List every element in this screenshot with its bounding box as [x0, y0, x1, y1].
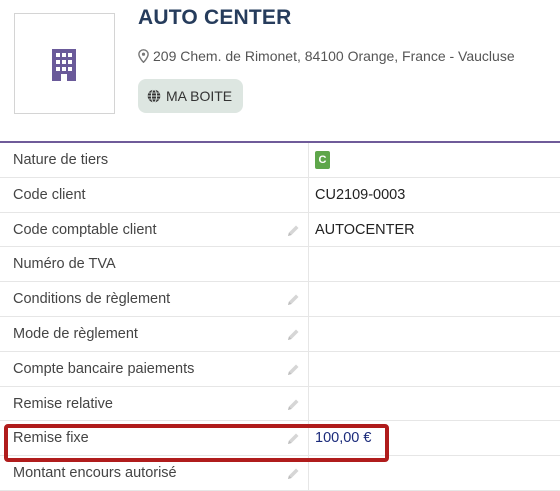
row-label: Code client	[13, 186, 86, 203]
row-label: Nature de tiers	[13, 152, 109, 168]
row-label: Conditions de règlement	[13, 291, 171, 308]
company-name: AUTO CENTER	[138, 6, 292, 29]
column-divider	[308, 143, 309, 177]
row-label: Remise relative	[13, 395, 113, 412]
badge-label: MA BOITE	[166, 88, 233, 104]
globe-icon	[147, 89, 161, 103]
row-mode-reglement: Mode de règlement	[0, 316, 560, 352]
pencil-icon[interactable]	[285, 466, 301, 482]
highlight-annotation-box	[4, 424, 389, 462]
pencil-icon[interactable]	[285, 223, 301, 239]
pencil-icon[interactable]	[285, 327, 301, 343]
column-divider	[308, 247, 309, 282]
row-numero-tva: Numéro de TVA	[0, 247, 560, 283]
column-divider	[308, 386, 309, 421]
row-value: AUTOCENTER	[315, 221, 415, 238]
map-pin-icon	[138, 49, 149, 63]
company-address: 209 Chem. de Rimonet, 84100 Orange, Fran…	[138, 48, 515, 64]
row-label: Numéro de TVA	[13, 256, 116, 273]
column-divider	[308, 316, 309, 351]
row-code-comptable-client: Code comptable client AUTOCENTER	[0, 212, 560, 248]
address-text: 209 Chem. de Rimonet, 84100 Orange, Fran…	[153, 48, 515, 64]
pencil-icon[interactable]	[285, 362, 301, 378]
pencil-icon[interactable]	[285, 397, 301, 413]
row-conditions-reglement: Conditions de règlement	[0, 282, 560, 317]
column-divider	[308, 212, 309, 247]
row-label: Mode de règlement	[13, 325, 138, 342]
row-label: Code comptable client	[13, 221, 157, 238]
column-divider	[308, 177, 309, 212]
pencil-icon[interactable]	[285, 292, 301, 308]
row-code-client: Code client CU2109-0003	[0, 177, 560, 213]
column-divider	[308, 282, 309, 316]
company-tag-badge[interactable]: MA BOITE	[138, 79, 244, 113]
row-value: CU2109-0003	[315, 186, 406, 203]
column-divider	[308, 351, 309, 386]
row-compte-bancaire: Compte bancaire paiements	[0, 351, 560, 387]
row-label: Compte bancaire paiements	[13, 360, 195, 377]
row-value: C	[315, 143, 330, 177]
building-icon	[52, 49, 76, 81]
company-logo[interactable]	[14, 13, 115, 114]
row-remise-relative: Remise relative	[0, 386, 560, 422]
row-nature-de-tiers: Nature de tiers C	[0, 143, 560, 178]
nature-badge: C	[315, 151, 330, 170]
